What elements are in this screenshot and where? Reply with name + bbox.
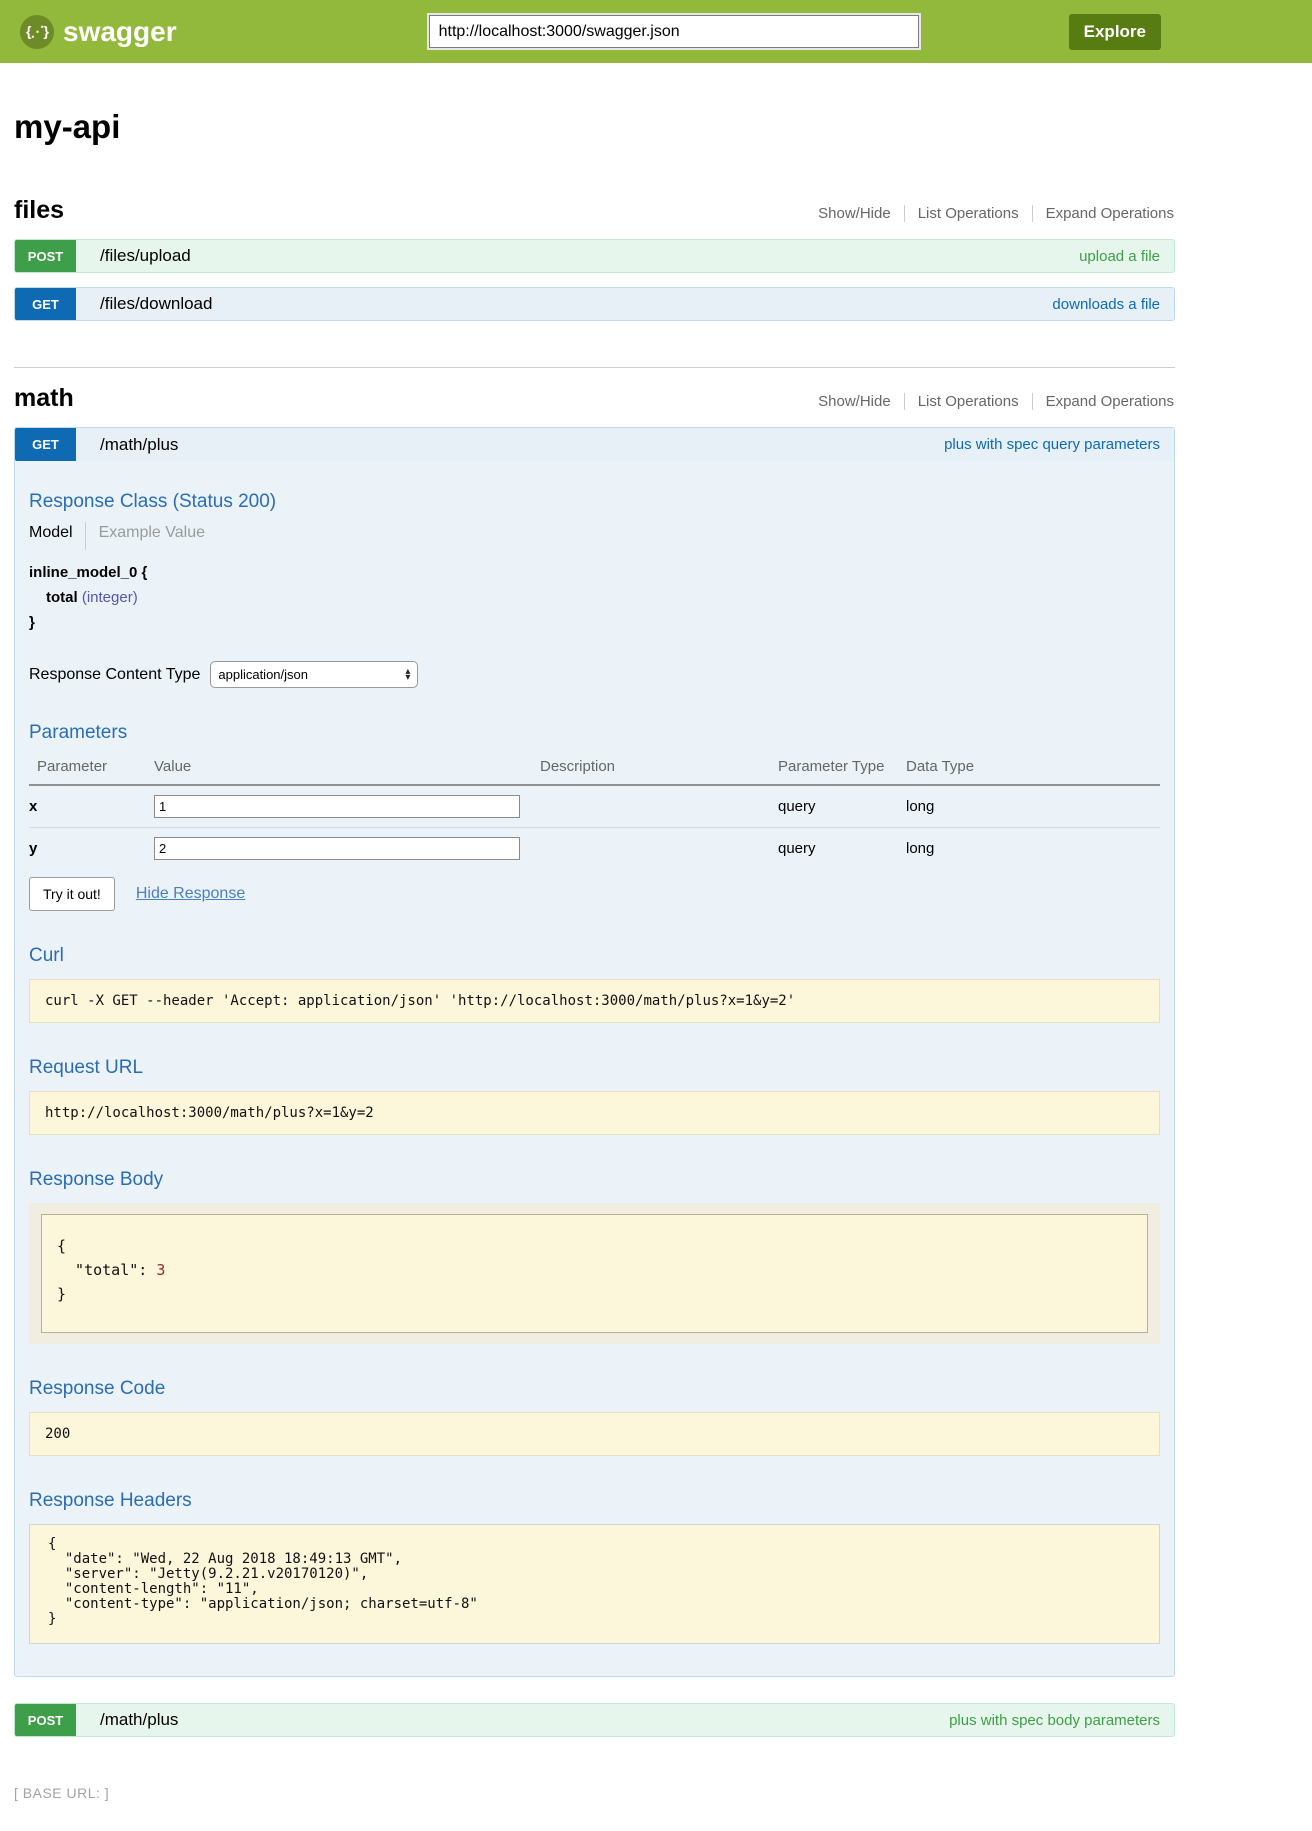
response-body-json: { "total": (57, 1237, 156, 1279)
response-body-box: { "total": 3 } (41, 1214, 1148, 1333)
swagger-logo-icon: {⋰} (20, 15, 54, 49)
show-hide-link[interactable]: Show/Hide (805, 205, 904, 222)
method-badge-post: POST (15, 240, 76, 272)
method-badge-post: POST (15, 1704, 76, 1736)
expand-operations-link[interactable]: Expand Operations (1032, 393, 1175, 410)
operation-summary-link[interactable]: downloads a file (1052, 296, 1160, 313)
response-content-type-row: Response Content Type application/json ▴… (29, 661, 1160, 688)
model-tabs: Model Example Value (29, 522, 1160, 550)
section-divider (14, 367, 1175, 368)
parameter-data-type: long (906, 785, 1160, 828)
parameter-x-input[interactable] (154, 795, 520, 818)
select-arrows-icon: ▴▾ (405, 669, 410, 680)
parameters-table: Parameter Value Description Parameter Ty… (29, 752, 1160, 869)
response-code-box: 200 (29, 1412, 1160, 1456)
operation-row-post-math-plus[interactable]: POST /math/plus plus with spec body para… (14, 1703, 1175, 1737)
main-container: my-api files Show/Hide List Operations E… (14, 108, 1175, 1801)
parameter-type: query (778, 785, 906, 828)
operation-row-get-files-download[interactable]: GET /files/download downloads a file (14, 287, 1175, 321)
try-row: Try it out! Hide Response (29, 877, 1160, 911)
signature-property: total (integer) (46, 585, 1160, 610)
tab-model[interactable]: Model (29, 522, 85, 550)
show-hide-link[interactable]: Show/Hide (805, 393, 904, 410)
response-headers-heading: Response Headers (29, 1490, 1160, 1512)
property-name: total (46, 589, 78, 606)
tab-example-value[interactable]: Example Value (85, 522, 205, 550)
parameter-description (540, 785, 778, 828)
section-head-files: files Show/Hide List Operations Expand O… (14, 196, 1175, 225)
parameter-data-type: long (906, 828, 1160, 870)
method-badge-get: GET (15, 288, 76, 320)
operation-detail-panel: Response Class (Status 200) Model Exampl… (14, 461, 1175, 1677)
brand-name: swagger (63, 16, 177, 48)
response-content-type-label: Response Content Type (29, 666, 200, 684)
operation-summary-link[interactable]: plus with spec body parameters (949, 1712, 1160, 1729)
parameter-description (540, 828, 778, 870)
parameter-type: query (778, 828, 906, 870)
operation-row-post-files-upload[interactable]: POST /files/upload upload a file (14, 239, 1175, 273)
hide-response-link[interactable]: Hide Response (136, 885, 245, 903)
parameter-row-y: y query long (29, 828, 1160, 870)
operation-path[interactable]: /math/plus (100, 435, 178, 455)
parameter-name: y (29, 828, 154, 870)
column-header-data-type: Data Type (906, 752, 1160, 785)
request-url-box: http://localhost:3000/math/plus?x=1&y=2 (29, 1091, 1160, 1135)
signature-close: } (29, 610, 1160, 635)
api-title: my-api (14, 108, 1175, 146)
explore-button[interactable]: Explore (1069, 14, 1161, 50)
response-headers-box: { "date": "Wed, 22 Aug 2018 18:49:13 GMT… (29, 1524, 1160, 1644)
section-head-math: math Show/Hide List Operations Expand Op… (14, 384, 1175, 413)
operation-row-get-math-plus[interactable]: GET /math/plus plus with spec query para… (14, 427, 1175, 461)
curl-command-box: curl -X GET --header 'Accept: applicatio… (29, 979, 1160, 1023)
operation-path[interactable]: /files/download (100, 294, 212, 314)
column-header-parameter: Parameter (29, 752, 154, 785)
try-it-out-button[interactable]: Try it out! (29, 877, 115, 911)
column-header-description: Description (540, 752, 778, 785)
section-title-files: files (14, 196, 64, 225)
spec-url-input[interactable] (429, 15, 919, 48)
response-body-number: 3 (156, 1261, 165, 1279)
response-body-outer: { "total": 3 } (29, 1203, 1160, 1344)
column-header-parameter-type: Parameter Type (778, 752, 906, 785)
model-signature: inline_model_0 { total (integer) } (29, 560, 1160, 635)
section-controls: Show/Hide List Operations Expand Operati… (805, 393, 1175, 410)
response-body-heading: Response Body (29, 1169, 1160, 1191)
parameter-y-input[interactable] (154, 837, 520, 860)
expand-operations-link[interactable]: Expand Operations (1032, 205, 1175, 222)
parameters-heading: Parameters (29, 722, 1160, 744)
parameter-name: x (29, 785, 154, 828)
response-code-heading: Response Code (29, 1378, 1160, 1400)
signature-open: inline_model_0 { (29, 560, 1160, 585)
swagger-logo-link[interactable]: {⋰} swagger (20, 15, 177, 49)
operation-path[interactable]: /files/upload (100, 246, 191, 266)
response-class-heading: Response Class (Status 200) (29, 491, 1160, 513)
request-url-heading: Request URL (29, 1057, 1160, 1079)
parameter-row-x: x query long (29, 785, 1160, 828)
column-header-value: Value (154, 752, 540, 785)
section-title-math: math (14, 384, 74, 413)
operation-summary-link[interactable]: upload a file (1079, 248, 1160, 265)
response-body-json-close: } (57, 1285, 66, 1303)
header-bar: {⋰} swagger Explore (0, 0, 1312, 63)
method-badge-get: GET (15, 428, 76, 461)
list-operations-link[interactable]: List Operations (904, 205, 1032, 222)
response-content-type-select[interactable]: application/json ▴▾ (210, 661, 418, 688)
base-url-footer: [ BASE URL: ] (14, 1785, 1175, 1801)
operation-path[interactable]: /math/plus (100, 1710, 178, 1730)
curl-heading: Curl (29, 945, 1160, 967)
section-controls: Show/Hide List Operations Expand Operati… (805, 205, 1175, 222)
list-operations-link[interactable]: List Operations (904, 393, 1032, 410)
operation-summary-link[interactable]: plus with spec query parameters (944, 436, 1160, 453)
selected-content-type: application/json (218, 667, 308, 682)
property-type: (integer) (82, 589, 138, 606)
